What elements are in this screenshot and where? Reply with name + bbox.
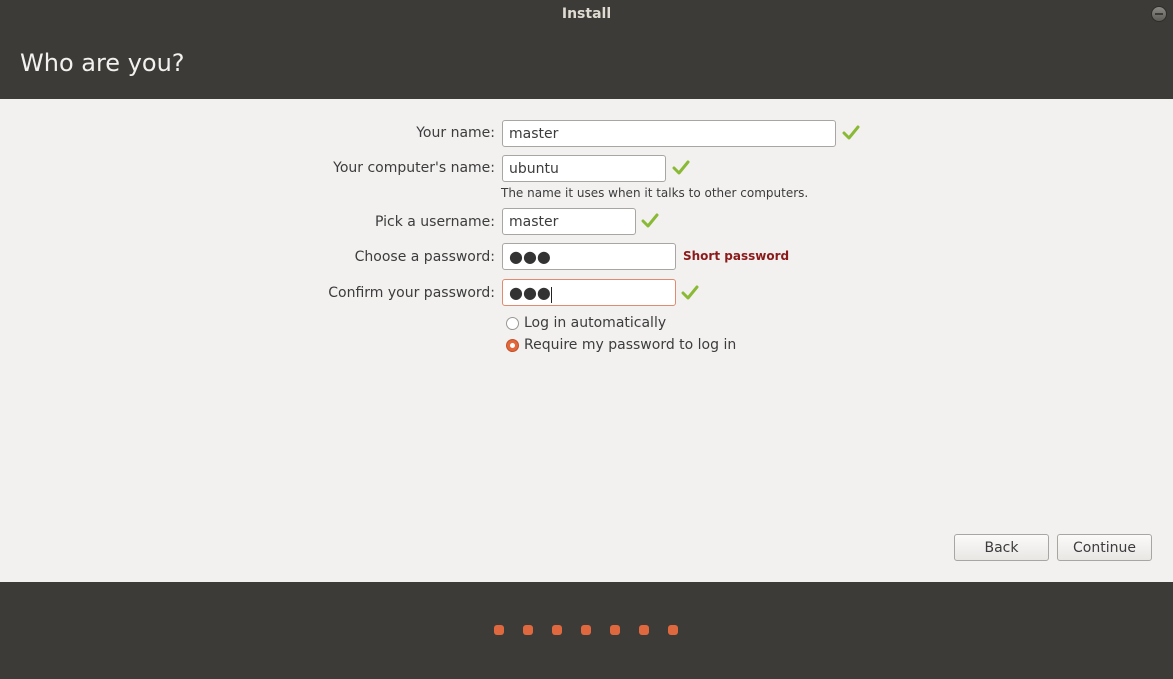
require-password-radio[interactable] — [506, 339, 519, 352]
confirm-password-mask: ●●● — [509, 283, 551, 302]
minimize-icon[interactable] — [1151, 6, 1167, 22]
progress-step-dot — [581, 625, 591, 635]
name-value: master — [509, 126, 559, 142]
username-row: Pick a username: — [0, 208, 495, 236]
confirm-password-row: Confirm your password: — [0, 279, 495, 307]
check-icon — [681, 285, 699, 300]
check-icon — [641, 213, 659, 228]
progress-step-dot — [668, 625, 678, 635]
computer-name-field[interactable]: ubuntu — [502, 155, 666, 182]
progress-footer — [0, 582, 1173, 679]
computer-name-value: ubuntu — [509, 161, 559, 177]
progress-step-dot — [552, 625, 562, 635]
computer-name-row: Your computer's name: — [0, 154, 495, 182]
password-field[interactable]: ●●● — [502, 243, 676, 270]
window-title: Install — [561, 6, 612, 22]
back-button[interactable]: Back — [954, 534, 1049, 561]
confirm-password-field[interactable]: ●●● — [502, 279, 676, 306]
name-label: Your name: — [416, 125, 495, 141]
confirm-password-label: Confirm your password: — [328, 285, 495, 301]
computer-name-label: Your computer's name: — [333, 160, 495, 176]
progress-step-dot — [523, 625, 533, 635]
username-value: master — [509, 214, 559, 230]
continue-button[interactable]: Continue — [1057, 534, 1152, 561]
title-bar: Install — [0, 0, 1173, 30]
progress-step-dot — [610, 625, 620, 635]
text-caret — [550, 287, 552, 303]
check-icon — [672, 160, 690, 175]
password-label: Choose a password: — [354, 249, 495, 265]
page-title: Who are you? — [20, 49, 185, 77]
login-automatically-radio[interactable] — [506, 317, 519, 330]
password-strength-warning: Short password — [683, 249, 790, 263]
progress-step-dot — [639, 625, 649, 635]
require-password-label[interactable]: Require my password to log in — [524, 337, 736, 353]
page-header: Who are you? — [0, 30, 1173, 99]
computer-name-hint: The name it uses when it talks to other … — [501, 186, 809, 200]
username-label: Pick a username: — [374, 214, 495, 230]
password-mask: ●●● — [509, 247, 551, 266]
name-field[interactable]: master — [502, 120, 836, 147]
password-row: Choose a password: — [0, 243, 495, 271]
username-field[interactable]: master — [502, 208, 636, 235]
name-row: Your name: — [0, 119, 495, 147]
progress-step-dot — [494, 625, 504, 635]
login-automatically-label[interactable]: Log in automatically — [524, 315, 666, 331]
installer-window: Install Who are you? Your name: master Y… — [0, 0, 1173, 679]
check-icon — [842, 125, 860, 140]
